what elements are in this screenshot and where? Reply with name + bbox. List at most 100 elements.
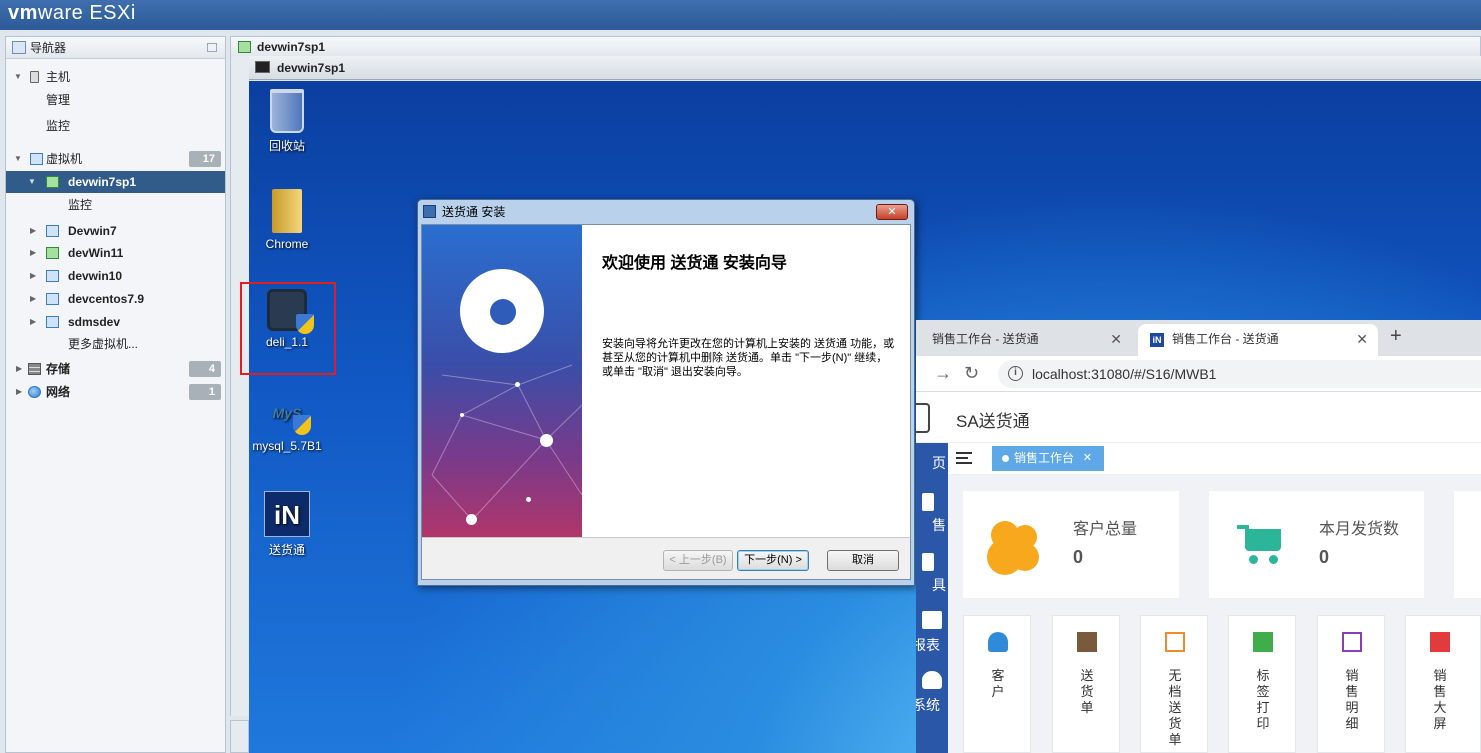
stat-card-shipments: 本月发货数 0 <box>1209 491 1424 598</box>
nav-vm-item[interactable]: ▶ sdmsdev <box>6 311 225 333</box>
stat-card-customers: 客户总量 0 <box>963 491 1179 598</box>
desktop-icon-mysql[interactable]: MyS mysql_5.7B1 <box>249 391 327 453</box>
stat-card-partial <box>1454 491 1481 598</box>
collapse-panel-icon[interactable] <box>207 43 217 52</box>
tools-icon <box>922 553 934 571</box>
expand-arrow-icon[interactable]: ▼ <box>14 66 24 88</box>
clipboard-check-icon <box>1077 632 1097 652</box>
url-input[interactable]: i localhost:31080/#/S16/MWB1 <box>998 360 1481 388</box>
navigator-header: 导航器 <box>6 37 225 59</box>
menu-toggle-icon[interactable] <box>956 452 972 464</box>
expand-arrow-icon[interactable]: ▶ <box>30 288 40 310</box>
next-button[interactable]: 下一步(N) > <box>737 550 809 571</box>
vm-running-icon <box>238 41 251 53</box>
expand-arrow-icon[interactable]: ▶ <box>30 265 40 287</box>
back-button[interactable]: < 上一步(B) <box>663 550 733 571</box>
recycle-bin-icon <box>270 89 304 133</box>
vm-icon <box>46 293 59 305</box>
vm-icon <box>46 316 59 328</box>
nav-vm-item[interactable]: ▶ Devwin7 <box>6 220 225 242</box>
sidebar-item-tools[interactable]: 具 <box>916 575 948 595</box>
cart-icon <box>1237 523 1285 565</box>
close-tab-icon[interactable]: ✕ <box>1110 324 1122 354</box>
dialog-titlebar[interactable]: 送货通 安装 <box>418 200 914 224</box>
dialog-content: 欢迎使用 送货通 安装向导 安装向导将允许更改在您的计算机上安装的 送货通 功能… <box>582 225 910 537</box>
browser-tab-active[interactable]: iN 销售工作台 - 送货通 ✕ <box>1138 324 1378 356</box>
console-titlebar: devwin7sp1 <box>249 56 1481 80</box>
host-icon <box>30 71 39 83</box>
storage-count-badge: 4 <box>189 361 221 377</box>
vm-icon <box>46 270 59 282</box>
desktop-icon-recycle-bin[interactable]: 回收站 <box>249 89 327 154</box>
vmware-esxi-logo: vmware ESXi <box>8 2 136 24</box>
vm-count-badge: 17 <box>189 151 221 167</box>
browser-tabstrip: 销售工作台 - 送货通 ✕ iN 销售工作台 - 送货通 ✕ + <box>916 320 1481 356</box>
close-tab-icon[interactable]: ✕ <box>1083 446 1092 471</box>
vm-icon <box>46 225 59 237</box>
expand-arrow-icon[interactable]: ▶ <box>30 311 40 333</box>
nav-vm-item[interactable]: ▶ devWin11 <box>6 242 225 264</box>
close-button[interactable]: ✕ <box>876 204 908 220</box>
network-node <box>460 413 464 417</box>
app-title: SA送货通 <box>956 412 1030 431</box>
desktop-icon-chrome[interactable]: Chrome <box>249 189 327 251</box>
recent-tasks-tab[interactable] <box>230 720 249 753</box>
desktop-icon-songhuotong[interactable]: iN 送货通 <box>249 491 327 558</box>
sales-icon <box>922 493 934 511</box>
nav-host-monitor[interactable]: 监控 <box>6 115 225 137</box>
quick-link-unarchived-delivery[interactable]: 无档送货单 <box>1140 615 1208 753</box>
favicon-icon: iN <box>1150 333 1164 347</box>
nav-network[interactable]: ▶ 网络 1 <box>6 381 225 403</box>
expand-arrow-icon[interactable]: ▶ <box>30 220 40 242</box>
nav-vms[interactable]: ▼ 虚拟机 17 <box>6 148 225 170</box>
app-sidebar: 页 售 具 报表 系统 <box>916 443 948 753</box>
expand-arrow-icon[interactable]: ▶ <box>16 381 26 403</box>
dialog-footer: < 上一步(B) 下一步(N) > 取消 <box>422 537 910 579</box>
vm-tab-header[interactable]: devwin7sp1 <box>230 36 1481 56</box>
nav-vm-item[interactable]: ▶ devcentos7.9 <box>6 288 225 310</box>
nav-storage[interactable]: ▶ 存储 4 <box>6 358 225 380</box>
expand-arrow-icon[interactable]: ▶ <box>16 358 26 380</box>
nav-vm-item[interactable]: ▶ devwin10 <box>6 265 225 287</box>
quick-link-sales-screen[interactable]: 销售大屏 <box>1405 615 1481 753</box>
close-tab-icon[interactable]: ✕ <box>1356 324 1368 354</box>
network-node <box>540 434 553 447</box>
installer-banner <box>422 225 582 537</box>
tab-sales-workbench[interactable]: 销售工作台 ✕ <box>992 446 1104 471</box>
app-header: SA送货通 <box>916 393 1481 443</box>
sidebar-item-home[interactable]: 页 <box>916 453 948 473</box>
storage-icon <box>28 363 41 375</box>
browser-tab[interactable]: 销售工作台 - 送货通 ✕ <box>916 324 1132 356</box>
expand-arrow-icon[interactable]: ▼ <box>14 148 24 170</box>
forward-arrow-icon[interactable]: → <box>934 363 952 384</box>
sidebar-item-sales[interactable]: 售 <box>916 515 948 535</box>
info-icon[interactable]: i <box>1008 366 1023 381</box>
sidebar-item-report[interactable]: 报表 <box>916 635 948 655</box>
nav-host[interactable]: ▼ 主机 <box>6 66 225 88</box>
new-tab-button[interactable]: + <box>1390 325 1402 348</box>
report-icon <box>922 611 942 629</box>
clipboard-icon <box>1253 632 1273 652</box>
expand-arrow-icon[interactable]: ▼ <box>28 171 38 193</box>
network-node <box>466 514 477 525</box>
installer-dialog: 送货通 安装 ✕ 欢迎使用 送货通 安装向导 安装向导将允许更改在您的计算机上安… <box>417 199 915 586</box>
reload-icon[interactable]: ↻ <box>964 363 979 384</box>
quick-link-customer[interactable]: 客户 <box>963 615 1031 753</box>
highlight-box <box>240 282 336 375</box>
network-node <box>515 382 520 387</box>
cancel-button[interactable]: 取消 <box>827 550 899 571</box>
nav-vm-devwin7sp1[interactable]: ▼ devwin7sp1 <box>6 171 225 193</box>
quick-link-delivery-note[interactable]: 送货单 <box>1052 615 1120 753</box>
nav-more-vms[interactable]: 更多虚拟机... <box>6 333 225 355</box>
expand-arrow-icon[interactable]: ▶ <box>30 242 40 264</box>
folder-icon <box>272 189 302 233</box>
package-icon <box>1342 632 1362 652</box>
sidebar-item-system[interactable]: 系统 <box>916 695 948 715</box>
page-tabbar: 销售工作台 ✕ <box>948 443 1481 475</box>
nav-host-manage[interactable]: 管理 <box>6 89 225 111</box>
quick-link-label-print[interactable]: 标签打印 <box>1228 615 1296 753</box>
quick-link-sales-detail[interactable]: 销售明细 <box>1317 615 1385 753</box>
nav-vm-monitor[interactable]: 监控 <box>6 194 225 216</box>
navigator-icon <box>12 41 26 54</box>
customer-icon <box>988 632 1008 652</box>
